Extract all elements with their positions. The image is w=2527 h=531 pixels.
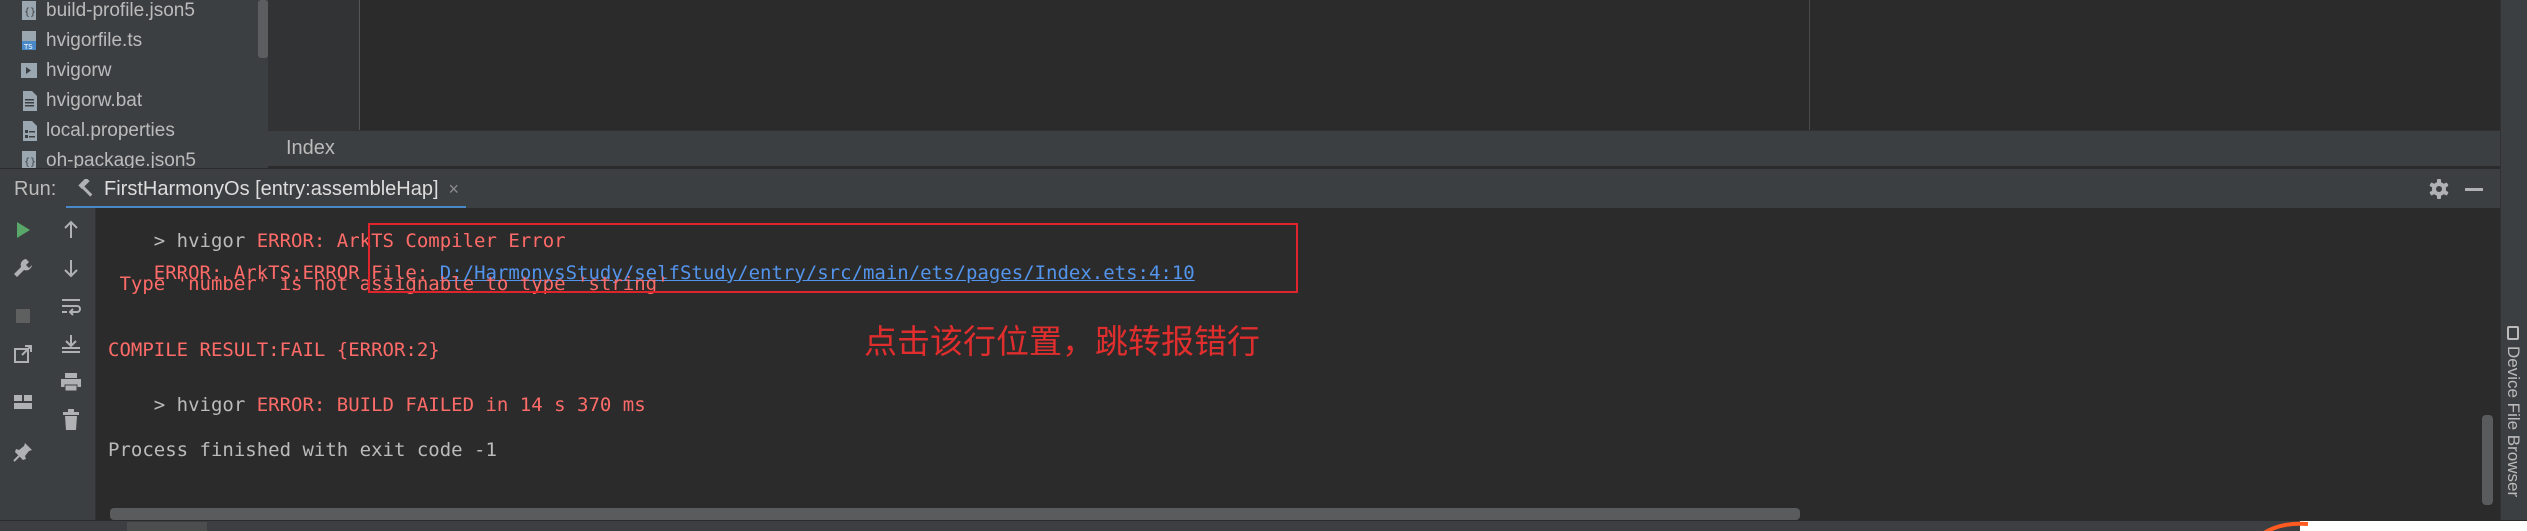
layout-icon[interactable] xyxy=(11,390,35,414)
tree-item-hvigorfile[interactable]: TS hvigorfile.ts xyxy=(20,26,142,56)
wrench-icon[interactable] xyxy=(11,256,35,280)
tree-item-hvigorw[interactable]: hvigorw xyxy=(20,56,111,86)
tree-item-build-profile[interactable]: {} build-profile.json5 xyxy=(20,0,195,26)
annotation-highlight-box xyxy=(368,223,1298,293)
tree-item-label: hvigorw.bat xyxy=(46,90,143,111)
annotation-text: 点击该行位置，跳转报错行 xyxy=(864,322,1260,361)
json-file-icon: {} xyxy=(20,0,40,22)
arrow-down-icon[interactable] xyxy=(59,256,83,280)
console-error-text: ERROR: BUILD FAILED in 14 s 370 ms xyxy=(256,394,646,416)
tree-scrollbar[interactable] xyxy=(258,0,268,58)
arrow-up-icon[interactable] xyxy=(59,218,83,242)
typescript-file-icon: TS xyxy=(20,30,40,52)
tree-item-hvigorw-bat[interactable]: hvigorw.bat xyxy=(20,86,142,116)
text-file-icon xyxy=(20,90,40,112)
device-file-browser-label: Device File Browser xyxy=(2504,346,2523,498)
console-line: > hvigor ERROR: BUILD FAILED in 14 s 370… xyxy=(108,372,646,438)
run-window-label: Run: xyxy=(14,177,57,200)
device-file-browser-tab[interactable]: Device File Browser xyxy=(2502,326,2524,526)
tree-item-oh-package[interactable]: {} oh-package.json5 xyxy=(20,146,196,168)
console-vertical-scrollbar[interactable] xyxy=(2482,415,2493,505)
orange-arrow-icon xyxy=(2262,518,2310,531)
project-tree: {} build-profile.json5 TS hvigorfile.ts … xyxy=(0,0,268,168)
scroll-to-end-icon[interactable] xyxy=(59,332,83,356)
rerun-icon[interactable] xyxy=(11,218,35,242)
properties-file-icon xyxy=(20,120,40,142)
svg-text:TS: TS xyxy=(23,43,33,51)
editor-breadcrumb: Index xyxy=(268,130,2500,166)
run-toolbar-primary xyxy=(0,208,46,531)
soft-wrap-icon[interactable] xyxy=(59,294,83,318)
trash-icon[interactable] xyxy=(59,408,83,432)
breadcrumb-item-index[interactable]: Index xyxy=(286,137,335,160)
gear-icon[interactable] xyxy=(2428,178,2450,200)
console-horizontal-scrollbar[interactable] xyxy=(110,508,1800,520)
run-window-header: Run: FirstHarmonyOs [entry:assembleHap] … xyxy=(0,168,2500,209)
svg-text:{}: {} xyxy=(24,7,36,18)
console-line: COMPILE RESULT:FAIL {ERROR:2} xyxy=(108,339,440,361)
minimize-icon[interactable] xyxy=(2465,188,2483,191)
tree-item-label: oh-package.json5 xyxy=(46,150,196,168)
tree-item-label: hvigorfile.ts xyxy=(46,30,143,51)
restore-layout-icon[interactable] xyxy=(11,342,35,366)
stop-icon[interactable] xyxy=(11,304,35,328)
status-bar-segment xyxy=(127,522,207,531)
console-line: Process finished with exit code -1 xyxy=(108,439,497,461)
editor-area[interactable] xyxy=(268,0,2500,130)
run-toolbar-secondary xyxy=(46,208,96,531)
tree-item-local-properties[interactable]: local.properties xyxy=(20,116,175,146)
svg-text:{}: {} xyxy=(24,157,36,168)
status-bar xyxy=(0,520,2527,531)
close-icon[interactable]: × xyxy=(449,179,460,200)
tree-item-label: local.properties xyxy=(46,120,175,141)
device-icon xyxy=(2507,326,2519,340)
status-bar-overlay xyxy=(2300,521,2527,531)
tree-item-label: hvigorw xyxy=(46,60,112,81)
run-config-tab[interactable]: FirstHarmonyOs [entry:assembleHap] × xyxy=(66,169,466,209)
editor-right-margin-line xyxy=(1809,0,1810,130)
json-file-icon: {} xyxy=(20,150,40,168)
hammer-icon xyxy=(76,179,96,199)
console-prefix: > hvigor xyxy=(153,394,257,416)
run-tab-title: FirstHarmonyOs [entry:assembleHap] xyxy=(104,177,439,200)
editor-gutter xyxy=(268,0,360,130)
script-file-icon xyxy=(20,60,40,82)
print-icon[interactable] xyxy=(59,370,83,394)
tree-item-label: build-profile.json5 xyxy=(46,0,195,21)
pin-icon[interactable] xyxy=(11,440,35,464)
